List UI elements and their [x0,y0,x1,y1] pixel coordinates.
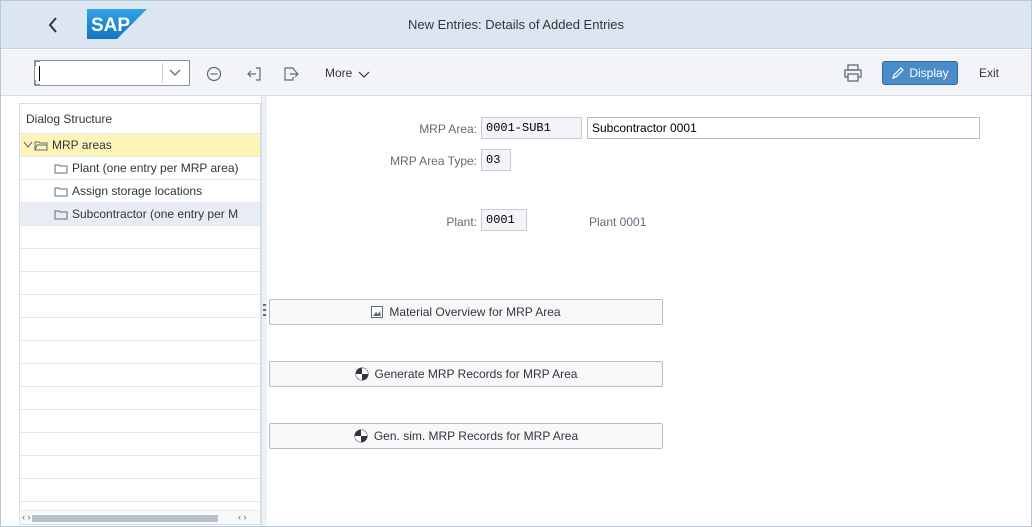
tree-item-label: Subcontractor (one entry per M [72,207,239,221]
scrollbar-thumb[interactable] [32,515,218,522]
image-icon [371,306,384,318]
print-icon[interactable] [843,63,863,83]
title-bar: SAP New Entries: Details of Added Entrie… [1,1,1031,49]
empty-row [20,364,260,387]
text-cursor [39,66,40,81]
gen-sim-mrp-records-button[interactable]: Gen. sim. MRP Records for MRP Area [269,423,663,449]
dialog-structure-pane: Dialog Structure MRP areas Plant (one en… [19,103,261,525]
empty-row [20,272,260,295]
corner-mark [34,60,40,66]
empty-row [20,456,260,479]
drag-handle-icon[interactable] [263,304,266,318]
scroll-arrows-icon[interactable]: ‹ › [22,512,31,522]
empty-row [20,387,260,410]
display-button[interactable]: Display [882,61,958,85]
execute-icon [354,429,368,443]
chevron-down-icon [358,71,370,78]
dialog-structure-header: Dialog Structure [20,104,260,134]
horizontal-scrollbar[interactable]: ‹ › ‹ › [20,510,260,524]
previous-entry-icon[interactable] [244,64,264,84]
sap-window: SAP New Entries: Details of Added Entrie… [0,0,1032,527]
empty-row [20,479,260,502]
generate-mrp-records-label: Generate MRP Records for MRP Area [374,367,578,381]
more-label: More [325,66,353,80]
pencil-glasses-icon [892,67,905,79]
plant-field[interactable]: 0001 [481,209,527,231]
material-overview-label: Material Overview for MRP Area [389,305,561,319]
chevron-down-icon [23,141,33,148]
folder-icon [54,210,68,219]
chevron-down-icon[interactable] [169,66,181,80]
tree-item-assign-storage-locations[interactable]: Assign storage locations [20,180,260,203]
command-field[interactable] [34,60,190,86]
exit-button[interactable]: Exit [979,66,999,80]
field-separator [162,63,163,83]
empty-row [20,318,260,341]
mrp-area-type-label: MRP Area Type: [390,154,477,168]
open-folder-icon [34,141,48,150]
mrp-area-type-field[interactable]: 03 [481,149,511,171]
generate-mrp-records-button[interactable]: Generate MRP Records for MRP Area [269,361,663,387]
toolbar: More Display Exit [1,50,1031,96]
empty-row [20,410,260,433]
pane-splitter[interactable] [261,96,267,526]
corner-mark [34,80,40,86]
material-overview-button[interactable]: Material Overview for MRP Area [269,299,663,325]
plant-label: Plant: [446,215,477,229]
tree-item-label: Assign storage locations [72,184,203,198]
empty-row [20,295,260,318]
execute-icon [355,367,368,381]
tree-item-label: Plant (one entry per MRP area) [72,161,239,175]
plant-description: Plant 0001 [589,215,647,229]
scroll-arrows-icon[interactable]: ‹ › [238,512,247,522]
tree-item-plant[interactable]: Plant (one entry per MRP area) [20,157,260,180]
tree-item-label: MRP areas [52,138,112,152]
empty-row [20,341,260,364]
minus-circle-icon[interactable] [204,64,224,84]
empty-row [20,226,260,249]
folder-icon [54,164,68,173]
gen-sim-mrp-records-label: Gen. sim. MRP Records for MRP Area [373,429,579,443]
tree-item-mrp-areas[interactable]: MRP areas [20,134,260,157]
mrp-area-description-field[interactable]: Subcontractor 0001 [587,117,980,139]
mrp-area-field[interactable]: 0001-SUB1 [481,117,582,139]
display-label: Display [909,66,949,80]
empty-row [20,433,260,456]
empty-row [20,249,260,272]
tree-item-subcontractor[interactable]: Subcontractor (one entry per M [20,203,260,226]
folder-icon [54,187,68,196]
next-entry-icon[interactable] [281,64,301,84]
more-menu[interactable]: More [325,66,370,80]
mrp-area-label: MRP Area: [419,122,477,136]
page-title: New Entries: Details of Added Entries [407,17,625,32]
